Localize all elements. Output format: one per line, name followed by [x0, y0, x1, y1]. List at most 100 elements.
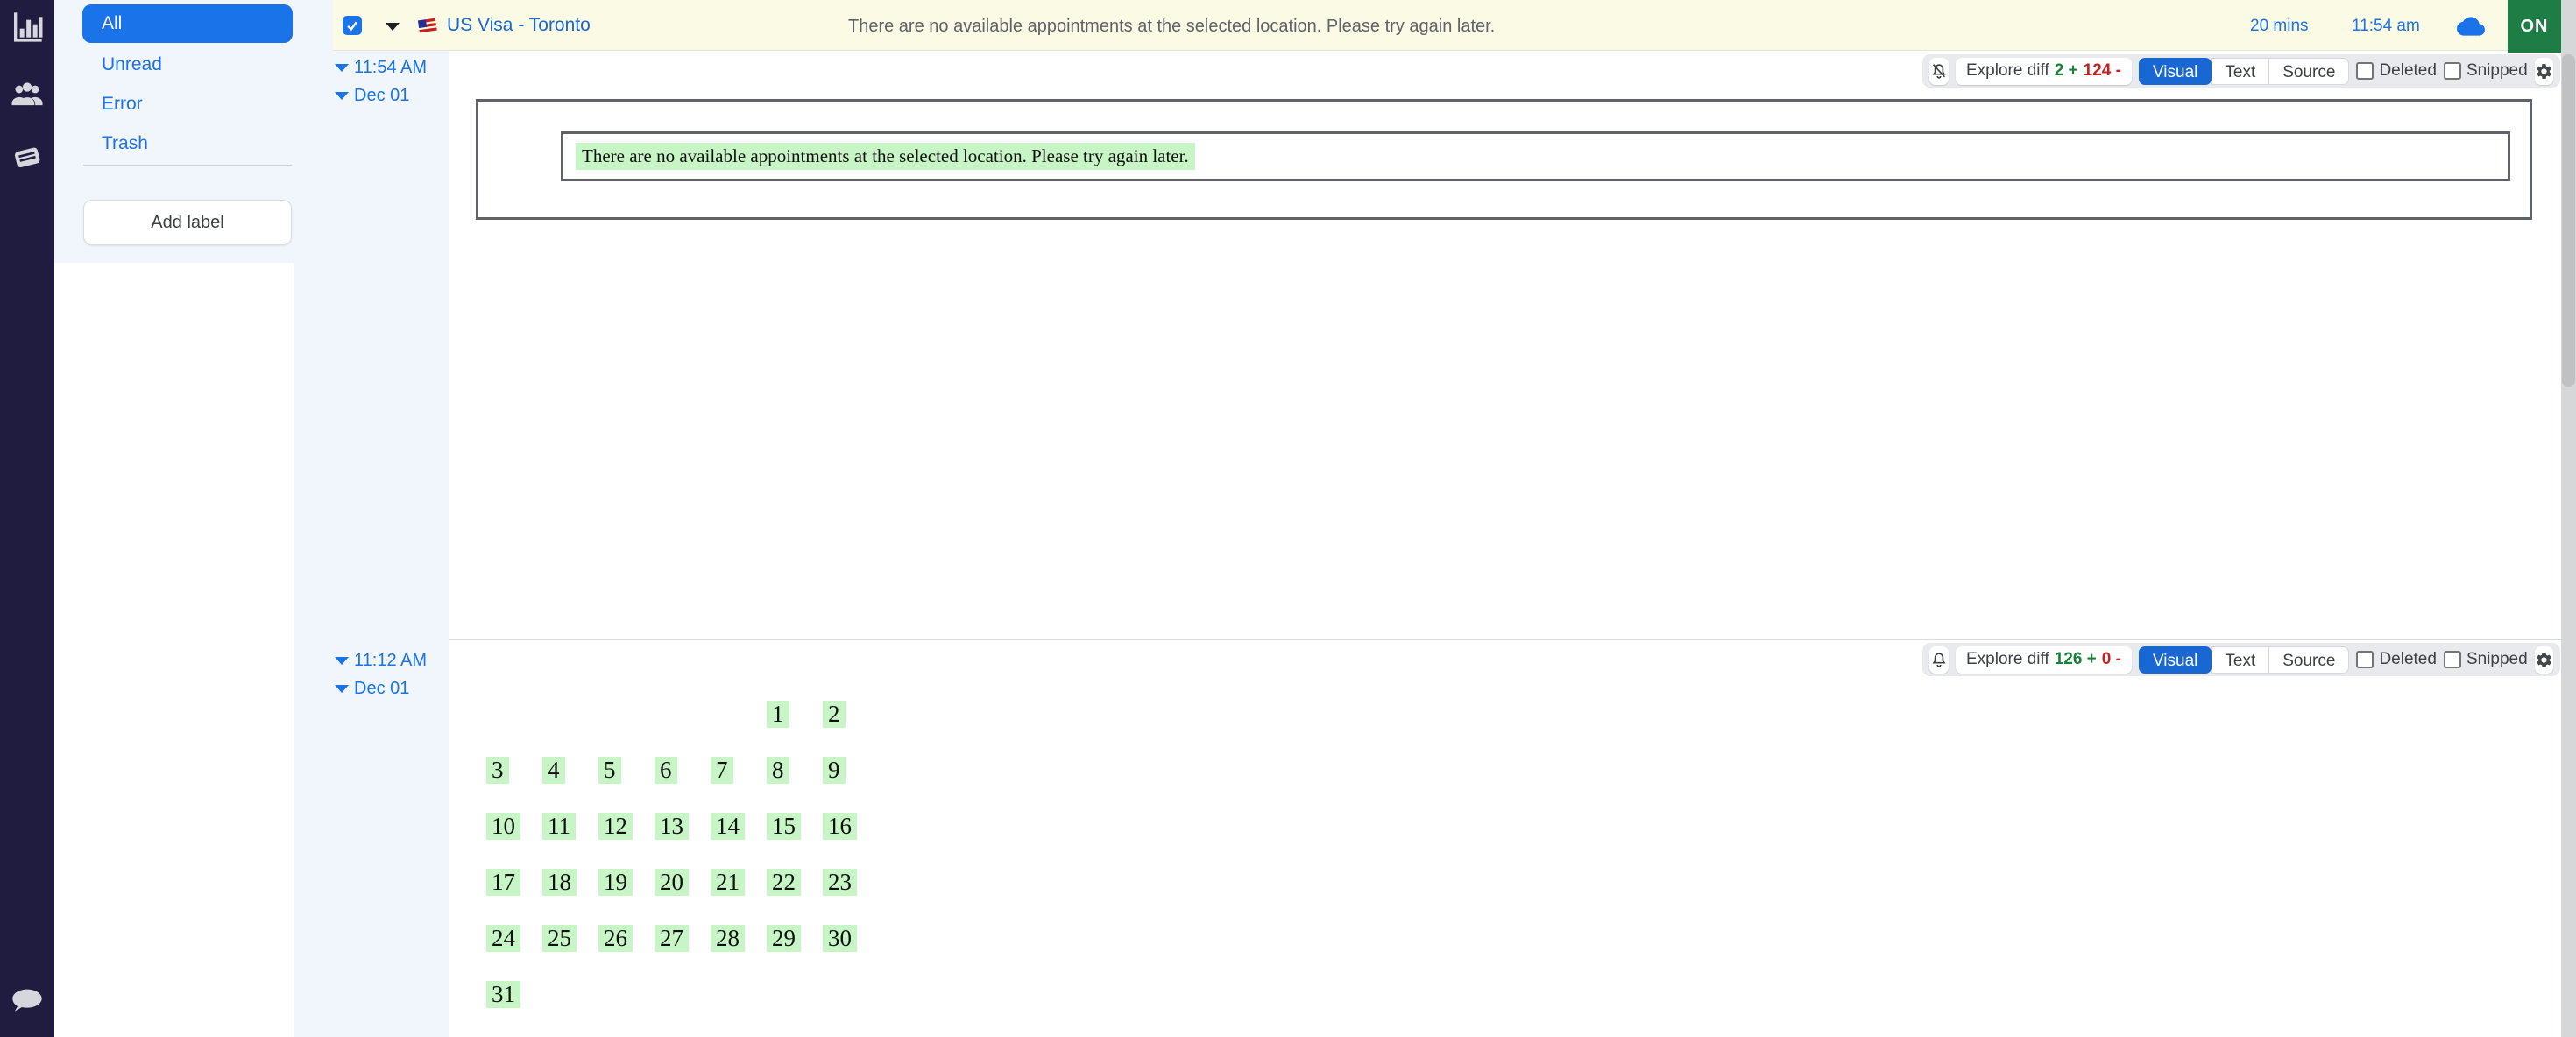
calendar-row: 31 — [480, 977, 873, 1033]
diff-added-count: 126 + — [2055, 650, 2097, 669]
calendar-cell: 6 — [648, 753, 704, 809]
deleted-checkbox-label[interactable]: Deleted — [2379, 61, 2437, 81]
calendar-cell — [704, 697, 761, 753]
calendar-day-highlight: 16 — [823, 813, 857, 840]
calendar-cell: 31 — [480, 977, 536, 1033]
calendar-cell: 16 — [817, 809, 873, 865]
calendar-day-highlight: 1 — [767, 701, 789, 728]
gear-icon — [2535, 651, 2553, 669]
calendar-cell — [536, 697, 592, 753]
check-interval-link[interactable]: 20 mins — [2250, 17, 2309, 36]
snapshot-date-expander[interactable]: Dec 01 — [335, 679, 409, 699]
last-check-time: 11:54 am — [2352, 17, 2420, 36]
calendar-cell: 18 — [536, 865, 592, 921]
notifications-off-button[interactable] — [1929, 58, 1949, 85]
book-icon[interactable] — [9, 138, 46, 175]
snapshot-time-expander[interactable]: 11:12 AM — [335, 651, 427, 671]
scrollbar-track[interactable] — [2561, 0, 2576, 1037]
calendar-day-highlight: 11 — [542, 813, 576, 840]
calendar-cell: 2 — [817, 697, 873, 753]
label-filter-unread[interactable]: Unread — [102, 54, 162, 75]
explore-diff-button[interactable]: Explore diff 2 + 124 - — [1956, 58, 2132, 85]
snapshot-divider — [449, 639, 2576, 640]
nav-rail — [0, 0, 54, 1037]
calendar-day-highlight: 23 — [823, 869, 857, 896]
bar-chart-icon[interactable] — [9, 9, 46, 46]
tab-text[interactable]: Text — [2211, 58, 2269, 85]
scrollbar-thumb[interactable] — [2562, 54, 2575, 387]
deleted-checkbox-group[interactable]: Deleted — [2356, 61, 2437, 81]
chat-icon[interactable] — [9, 983, 46, 1019]
calendar-cell — [480, 697, 536, 753]
snipped-checkbox-label[interactable]: Snipped — [2466, 650, 2528, 669]
notifications-on-button[interactable] — [1929, 646, 1949, 674]
labels-panel: All Unread Error Trash Add label — [54, 0, 294, 263]
diff-toolbar: Explore diff 2 + 124 - Visual Text Sourc… — [1922, 54, 2560, 88]
calendar-day-highlight: 10 — [486, 813, 520, 840]
calendar-day-highlight: 13 — [655, 813, 689, 840]
calendar-day-highlight: 24 — [486, 925, 520, 952]
calendar-cell: 13 — [648, 809, 704, 865]
calendar-cell: 10 — [480, 809, 536, 865]
calendar-grid: 1234567891011121314151617181920212223242… — [480, 697, 873, 1033]
tab-visual[interactable]: Visual — [2139, 646, 2212, 674]
calendar-cell — [648, 977, 704, 1033]
cloud-icon[interactable] — [2457, 16, 2485, 37]
explore-diff-button[interactable]: Explore diff 126 + 0 - — [1956, 646, 2132, 674]
people-icon[interactable] — [9, 75, 46, 112]
app-window: All Unread Error Trash Add label US Visa… — [0, 0, 2576, 1037]
diff-added-count: 2 + — [2055, 61, 2078, 81]
calendar-cell — [817, 977, 873, 1033]
bell-icon — [1929, 650, 1949, 669]
deleted-checkbox[interactable] — [2356, 651, 2374, 668]
snipped-checkbox-label[interactable]: Snipped — [2466, 61, 2528, 81]
snapshot-date: Dec 01 — [354, 679, 409, 699]
gear-icon — [2535, 62, 2553, 81]
snapshot-time: 11:54 AM — [354, 58, 427, 78]
calendar-cell: 30 — [817, 921, 873, 977]
settings-button[interactable] — [2535, 646, 2553, 674]
snapshot-time-expander[interactable]: 11:54 AM — [335, 58, 427, 78]
tab-text[interactable]: Text — [2211, 646, 2269, 674]
calendar-day-highlight: 20 — [655, 869, 689, 896]
snipped-checkbox-group[interactable]: Snipped — [2444, 650, 2528, 669]
explore-diff-label: Explore diff — [1966, 61, 2049, 81]
snipped-checkbox-group[interactable]: Snipped — [2444, 61, 2528, 81]
deleted-checkbox-label[interactable]: Deleted — [2379, 650, 2437, 669]
tab-source[interactable]: Source — [2268, 58, 2349, 85]
chevron-down-icon — [335, 64, 349, 72]
calendar-cell: 8 — [761, 753, 817, 809]
calendar-row: 10111213141516 — [480, 809, 873, 865]
snipped-checkbox[interactable] — [2444, 651, 2461, 668]
calendar-day-highlight: 12 — [598, 813, 633, 840]
monitor-title-link[interactable]: US Visa - Toronto — [447, 15, 591, 36]
calendar-day-highlight: 5 — [598, 757, 621, 784]
row-dropdown-caret-icon[interactable] — [386, 23, 400, 31]
calendar-day-highlight: 6 — [655, 757, 677, 784]
calendar-cell: 24 — [480, 921, 536, 977]
deleted-checkbox-group[interactable]: Deleted — [2356, 650, 2437, 669]
deleted-checkbox[interactable] — [2356, 62, 2374, 80]
label-filter-trash[interactable]: Trash — [102, 133, 148, 154]
diff-view-tabs: Visual Text Source — [2139, 646, 2349, 674]
chevron-down-icon — [335, 92, 349, 100]
calendar-day-highlight: 26 — [598, 925, 633, 952]
calendar-row: 3456789 — [480, 753, 873, 809]
monitor-on-toggle[interactable]: ON — [2508, 0, 2561, 53]
tab-source[interactable]: Source — [2268, 646, 2349, 674]
label-filter-error[interactable]: Error — [102, 94, 143, 115]
add-label-button[interactable]: Add label — [83, 200, 292, 245]
settings-button[interactable] — [2535, 58, 2553, 85]
snapshot-date-expander[interactable]: Dec 01 — [335, 86, 409, 106]
diff-removed-count: 0 - — [2102, 650, 2121, 669]
tab-visual[interactable]: Visual — [2139, 58, 2212, 85]
calendar-day-highlight: 2 — [823, 701, 846, 728]
snipped-checkbox[interactable] — [2444, 62, 2461, 80]
calendar-day-highlight: 14 — [711, 813, 745, 840]
calendar-cell: 25 — [536, 921, 592, 977]
calendar-cell: 3 — [480, 753, 536, 809]
calendar-row: 12 — [480, 697, 873, 753]
monitor-checkbox[interactable] — [343, 16, 362, 35]
label-filter-all[interactable]: All — [82, 4, 293, 43]
calendar-day-highlight: 9 — [823, 757, 846, 784]
